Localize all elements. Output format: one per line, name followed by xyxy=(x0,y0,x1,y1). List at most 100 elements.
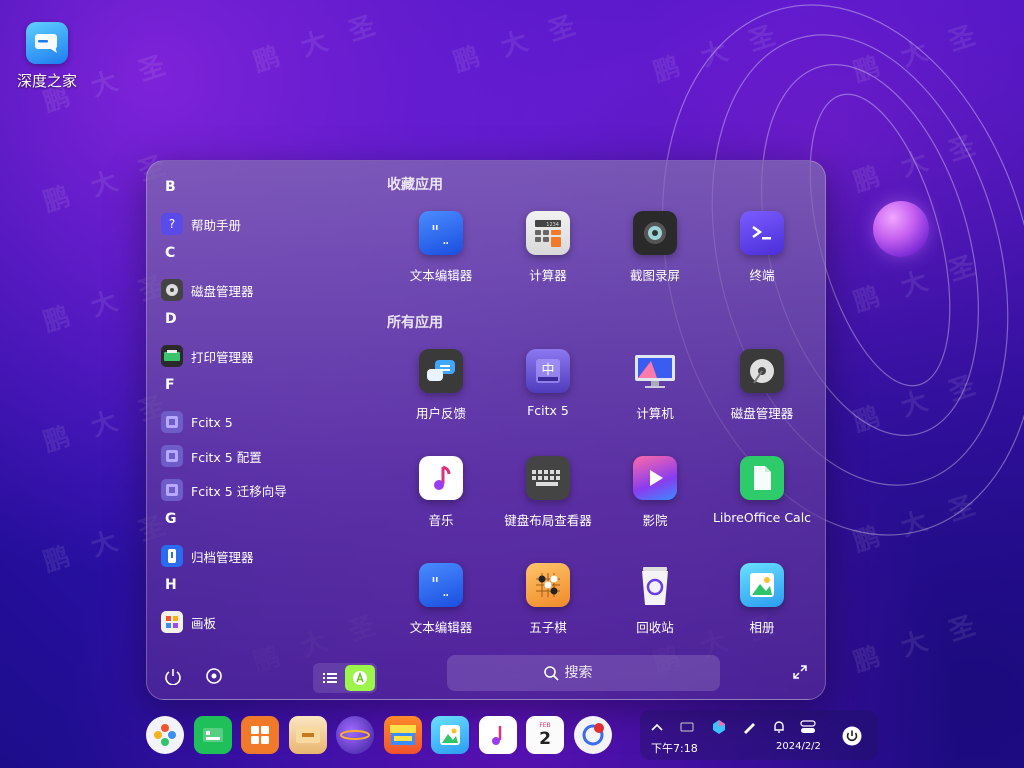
feedback-icon xyxy=(419,349,463,393)
sidebar-item-print-manager[interactable]: 打印管理器 xyxy=(161,339,371,373)
text-editor-icon: " „ xyxy=(419,563,463,607)
toggle-icon xyxy=(800,720,816,733)
search-input[interactable] xyxy=(564,665,625,681)
app-list-sidebar: B ? 帮助手册 C 磁盘管理器 D 打印管理器 F Fcitx 5 Fcitx… xyxy=(161,175,371,653)
tray-control-toggle-button[interactable] xyxy=(799,718,817,736)
chevron-up-icon xyxy=(651,723,663,731)
app-name: 五子棋 xyxy=(529,620,567,635)
archive-icon[interactable] xyxy=(288,716,327,754)
sidebar-item-label: 磁盘管理器 xyxy=(191,283,254,299)
app-fcitx[interactable]: 中 Fcitx 5 xyxy=(495,349,601,418)
app-name: Fcitx 5 xyxy=(527,403,569,418)
watermark: 鹏大圣 xyxy=(249,3,402,79)
favorites-title: 收藏应用 xyxy=(387,177,443,193)
app-name: 回收站 xyxy=(636,620,674,635)
disk-manager-icon xyxy=(161,279,183,301)
app-calculator[interactable]: 1234 计算器 xyxy=(495,211,601,284)
music-icon[interactable] xyxy=(478,716,517,754)
list-icon xyxy=(323,673,337,683)
tray-pen-button[interactable] xyxy=(740,718,758,736)
clock-date[interactable]: 2024/2/2 xyxy=(776,741,821,752)
sidebar-item-drawing-board[interactable]: 画板 xyxy=(161,605,371,639)
deepin-home-icon xyxy=(26,22,68,64)
app-text-editor[interactable]: " „ 文本编辑器 xyxy=(388,211,494,284)
app-music[interactable]: 音乐 xyxy=(388,456,494,529)
app-libreoffice-calc[interactable]: LibreOffice Calc xyxy=(709,456,815,525)
app-movie[interactable]: 影院 xyxy=(602,456,708,529)
app-store-icon[interactable] xyxy=(383,716,422,754)
app-name: 文本编辑器 xyxy=(409,620,473,635)
clock-time[interactable]: 下午7:18 xyxy=(651,740,698,756)
app-disk-manager[interactable]: 磁盘管理器 xyxy=(709,349,815,422)
letter-header: C xyxy=(165,245,176,261)
fullscreen-button[interactable] xyxy=(787,659,813,685)
watermark: 鹏大圣 xyxy=(849,13,1002,89)
control-center-button[interactable] xyxy=(201,663,227,689)
tray-keyboard-button[interactable] xyxy=(678,718,696,736)
calendar-day: 2 xyxy=(539,729,551,749)
tray-expand-button[interactable] xyxy=(648,718,666,736)
list-view-button[interactable] xyxy=(315,665,345,691)
app-name: 相册 xyxy=(749,620,775,635)
app-album[interactable]: 相册 xyxy=(709,563,815,636)
app-launcher: B ? 帮助手册 C 磁盘管理器 D 打印管理器 F Fcitx 5 Fcitx… xyxy=(146,160,826,700)
power-icon xyxy=(165,669,181,685)
svg-text:": " xyxy=(431,574,439,595)
browser-icon[interactable] xyxy=(336,716,374,754)
app-name: 用户反馈 xyxy=(415,406,466,421)
computer-icon xyxy=(633,349,677,393)
music-icon xyxy=(419,456,463,500)
sidebar-item-fcitx-migrator[interactable]: Fcitx 5 迁移向导 xyxy=(161,473,371,507)
app-computer[interactable]: 计算机 xyxy=(602,349,708,422)
watermark: 鹏大圣 xyxy=(449,3,602,79)
sidebar-item-label: 打印管理器 xyxy=(191,349,254,365)
watermark: 鹏大圣 xyxy=(849,483,1002,559)
album-icon[interactable] xyxy=(431,716,469,754)
search-box[interactable] xyxy=(447,655,720,691)
fcitx-icon xyxy=(161,411,183,433)
grid-view-button[interactable] xyxy=(345,665,375,691)
app-trash[interactable]: 回收站 xyxy=(602,563,708,636)
launcher-icon[interactable] xyxy=(146,716,184,754)
sidebar-item-label: Fcitx 5 配置 xyxy=(191,449,262,465)
calendar-icon[interactable]: FEB 2 xyxy=(526,716,564,754)
expand-icon xyxy=(793,665,807,679)
shutdown-button[interactable] xyxy=(836,720,868,752)
bell-icon xyxy=(774,721,784,733)
sidebar-item-fcitx[interactable]: Fcitx 5 xyxy=(161,405,371,439)
app-feedback[interactable]: 用户反馈 xyxy=(388,349,494,422)
power-icon xyxy=(842,726,862,746)
power-button[interactable] xyxy=(160,663,186,689)
control-center-icon[interactable] xyxy=(241,716,279,754)
sidebar-item-archive-manager[interactable]: 归档管理器 xyxy=(161,539,371,573)
print-manager-icon xyxy=(161,345,183,367)
sidebar-item-label: Fcitx 5 xyxy=(191,414,233,430)
keyboard-layout-icon xyxy=(526,456,570,500)
app-text-editor-2[interactable]: " „ 文本编辑器 xyxy=(388,563,494,636)
file-manager-icon[interactable] xyxy=(193,716,232,754)
sidebar-item-help-manual[interactable]: ? 帮助手册 xyxy=(161,207,371,241)
launcher-bottom-bar xyxy=(147,655,825,701)
sidebar-item-fcitx-config[interactable]: Fcitx 5 配置 xyxy=(161,439,371,473)
app-terminal[interactable]: 终端 xyxy=(709,211,815,284)
app-screenshot[interactable]: 截图录屏 xyxy=(602,211,708,284)
app-keyboard-layout[interactable]: 键盘布局查看器 xyxy=(495,456,601,529)
letter-header: F xyxy=(165,377,175,393)
fcitx-migrator-icon xyxy=(161,479,183,501)
svg-text:„: „ xyxy=(442,584,449,596)
color-app-icon xyxy=(713,720,725,734)
desktop-icon-deepin-home[interactable]: 深度之家 xyxy=(16,22,78,91)
album-icon xyxy=(740,563,784,607)
disk-manager-icon xyxy=(740,349,784,393)
app-gomoku[interactable]: 五子棋 xyxy=(495,563,601,636)
libreoffice-calc-icon xyxy=(740,456,784,500)
ocr-icon[interactable] xyxy=(573,716,612,754)
sidebar-item-disk-manager[interactable]: 磁盘管理器 xyxy=(161,273,371,307)
svg-text:中: 中 xyxy=(541,363,554,378)
letter-header: G xyxy=(165,511,177,527)
app-name: 终端 xyxy=(749,268,775,283)
watermark: 鹏大圣 xyxy=(849,363,1002,439)
tray-notification-button[interactable] xyxy=(770,718,788,736)
view-mode-toggle xyxy=(313,663,377,693)
tray-app-button[interactable] xyxy=(710,718,728,736)
